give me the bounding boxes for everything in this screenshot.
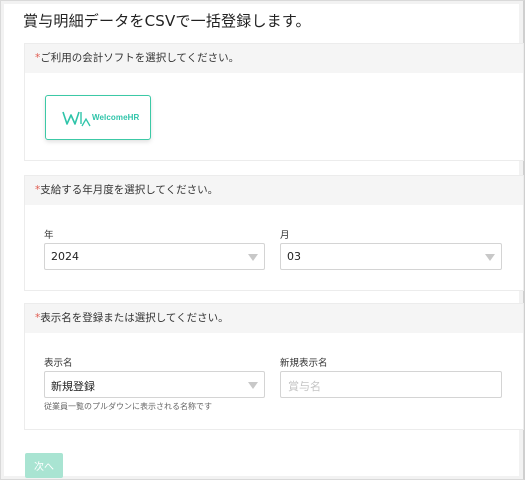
new-display-name-label: 新規表示名: [280, 358, 328, 369]
display-name-select[interactable]: 新規登録: [44, 371, 265, 398]
period-section-heading: 支給する年月度を選択してください。: [40, 184, 219, 196]
welcomehr-logo-icon: WelcomeHR: [62, 110, 142, 128]
display-name-section-header: *表示名を登録または選択してください。: [25, 304, 523, 333]
year-select-value: 2024: [51, 250, 79, 263]
display-name-section-heading: 表示名を登録または選択してください。: [40, 312, 229, 324]
software-section-header: *ご利用の会計ソフトを選択してください。: [25, 44, 523, 73]
next-button[interactable]: 次へ: [25, 453, 63, 478]
software-option-label: WelcomeHR: [92, 113, 140, 122]
chevron-down-icon: [248, 382, 258, 389]
year-select[interactable]: 2024: [44, 243, 265, 270]
month-select-value: 03: [287, 250, 301, 263]
window-frame: 賞与明細データをCSVで一括登録します。 *ご利用の会計ソフトを選択してください…: [0, 0, 525, 480]
software-section-heading: ご利用の会計ソフトを選択してください。: [40, 52, 240, 64]
period-section-header: *支給する年月度を選択してください。: [25, 176, 523, 205]
year-label: 年: [44, 230, 54, 241]
new-display-name-placeholder: 賞与名: [288, 380, 321, 393]
display-name-help: 従業員一覧のプルダウンに表示される名称です: [44, 402, 212, 411]
new-display-name-input[interactable]: 賞与名: [280, 371, 502, 398]
month-label: 月: [280, 230, 290, 241]
display-name-label: 表示名: [44, 358, 73, 369]
page-content: 賞与明細データをCSVで一括登録します。 *ご利用の会計ソフトを選択してください…: [4, 4, 524, 478]
display-name-section: *表示名を登録または選択してください。 表示名 新規登録 従業員一覧のプルダウン…: [24, 303, 524, 430]
period-section: *支給する年月度を選択してください。 年 2024 月 03: [24, 175, 524, 291]
month-select[interactable]: 03: [280, 243, 502, 270]
chevron-down-icon: [248, 254, 258, 261]
software-option-welcomehr[interactable]: WelcomeHR: [45, 95, 151, 140]
page-title: 賞与明細データをCSVで一括登録します。: [23, 12, 311, 30]
software-section: *ご利用の会計ソフトを選択してください。 WelcomeHR: [24, 43, 524, 161]
welcomehr-logo-mark: [62, 111, 91, 127]
display-name-select-value: 新規登録: [51, 380, 95, 393]
chevron-down-icon: [485, 254, 495, 261]
